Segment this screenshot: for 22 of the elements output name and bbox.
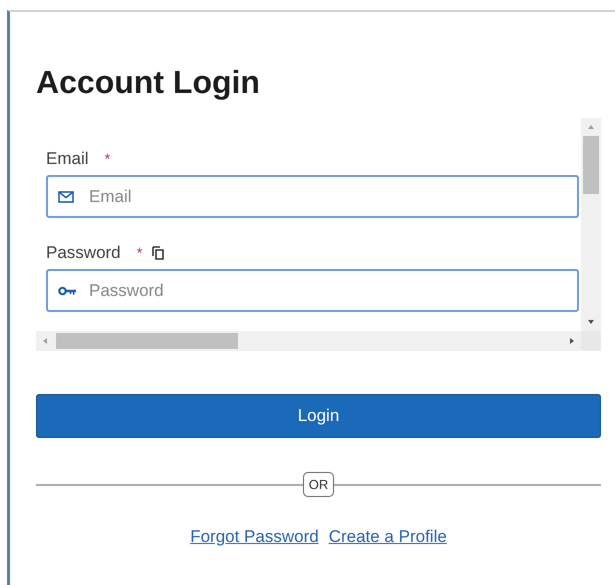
required-mark: * bbox=[136, 244, 142, 262]
scrollbar-thumb[interactable] bbox=[583, 136, 599, 194]
text-link[interactable]: Create a Profile bbox=[328, 527, 447, 547]
required-mark: * bbox=[104, 150, 110, 168]
email-field[interactable]: Email bbox=[46, 175, 579, 218]
scroll-right-arrow-icon[interactable] bbox=[569, 337, 575, 345]
scroll-down-arrow-icon[interactable] bbox=[587, 319, 595, 325]
key-icon bbox=[58, 286, 77, 296]
text-link[interactable]: Forgot Password bbox=[190, 527, 319, 547]
horizontal-scrollbar[interactable] bbox=[36, 331, 581, 351]
field-label: Password bbox=[46, 243, 121, 263]
login-button[interactable]: Login bbox=[36, 394, 601, 438]
scroll-up-arrow-icon[interactable] bbox=[587, 124, 595, 130]
scrollbar-thumb[interactable] bbox=[56, 333, 238, 349]
field-label: Email bbox=[46, 149, 89, 169]
envelope-icon bbox=[58, 190, 74, 202]
password-field[interactable]: Password bbox=[46, 269, 579, 312]
or-divider-label: OR bbox=[302, 472, 334, 497]
vertical-scrollbar[interactable] bbox=[581, 118, 601, 331]
copy-icon[interactable] bbox=[152, 246, 164, 260]
page-title: Account Login bbox=[36, 63, 261, 100]
scroll-left-arrow-icon[interactable] bbox=[42, 337, 48, 345]
